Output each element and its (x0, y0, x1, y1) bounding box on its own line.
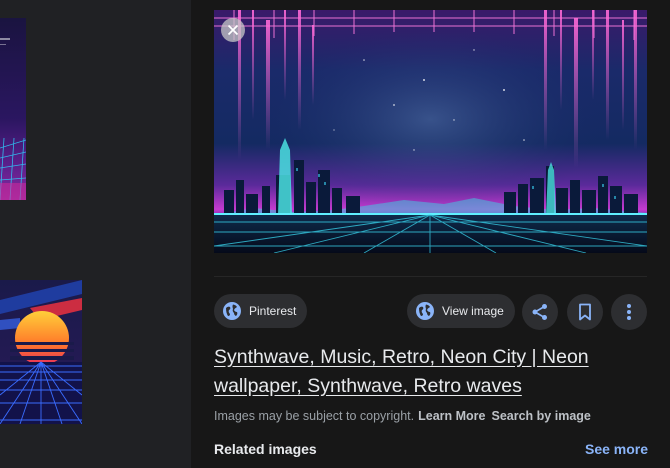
save-button[interactable] (567, 294, 603, 330)
image-title-link[interactable]: Synthwave, Music, Retro, Neon City | Neo… (214, 343, 654, 401)
search-by-image-link[interactable]: Search by image (492, 409, 591, 423)
result-thumbnail-synthwave-grid[interactable] (0, 18, 26, 200)
copyright-notice: Images may be subject to copyright. Learn… (214, 409, 591, 423)
view-image-label: View image (442, 304, 504, 318)
learn-more-link[interactable]: Learn More (418, 409, 485, 423)
share-icon (532, 304, 547, 320)
related-images-heading: Related images (214, 441, 317, 457)
result-thumbnail-retro-sunset[interactable] (0, 280, 82, 424)
source-label: Pinterest (249, 304, 297, 318)
more-vert-icon (627, 304, 631, 320)
bookmark-icon (579, 303, 591, 321)
results-grid (0, 0, 191, 468)
copyright-text: Images may be subject to copyright. (214, 409, 415, 423)
see-more-link[interactable]: See more (585, 441, 648, 457)
view-image-button[interactable]: View image (407, 294, 515, 328)
source-link-pinterest[interactable]: Pinterest (214, 294, 307, 328)
globe-icon (222, 301, 242, 321)
preview-image-neon-city[interactable] (214, 10, 647, 253)
close-preview-button[interactable] (221, 18, 245, 42)
share-button[interactable] (522, 294, 558, 330)
globe-icon (415, 301, 435, 321)
close-icon (227, 24, 239, 36)
divider (214, 276, 647, 277)
more-options-button[interactable] (611, 294, 647, 330)
